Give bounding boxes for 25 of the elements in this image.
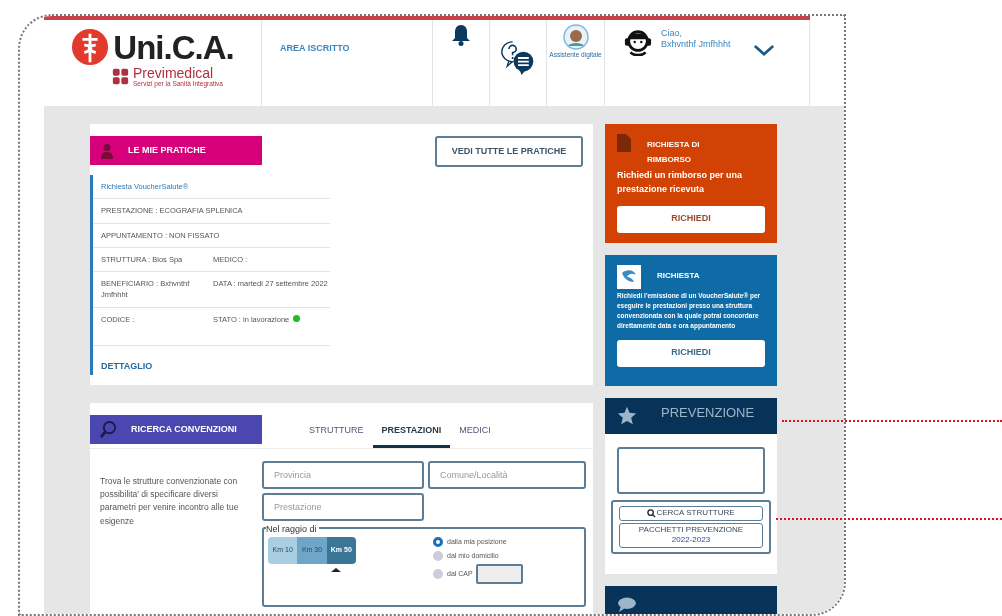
- request-button[interactable]: RICHIEDI: [617, 205, 765, 233]
- greeting-text: Ciao,: [661, 28, 683, 40]
- search-tab[interactable]: PRESTAZIONI: [372, 417, 451, 448]
- fieldset-legend: Nel raggio di: [266, 523, 319, 537]
- text-field[interactable]: Provincia: [262, 461, 424, 489]
- search-tab[interactable]: MEDICI: [450, 417, 500, 448]
- sub-brand-name: Previmedical: [133, 66, 215, 80]
- search-description: Trova le strutture convenzionate con possibilita' di specificare diversi parametri per venire incontro alle tue esigenze: [99, 475, 240, 528]
- request-button[interactable]: RICHIEDI: [617, 339, 765, 367]
- search-tab[interactable]: STRUTTURE: [300, 417, 373, 448]
- area-iscritto-link[interactable]: AREA ISCRITTO: [280, 43, 350, 53]
- prevention-button[interactable]: CERCA STRUTTURE: [619, 506, 763, 521]
- card-text: Richiedi un rimborso per una prestazione ricevuta: [617, 169, 743, 196]
- text-field[interactable]: Comune/Località: [428, 461, 586, 489]
- prevention-title: PREVENZIONE: [661, 403, 755, 422]
- prevention-button[interactable]: PACCHETTI PREVENZIONE 2022-2023: [619, 522, 763, 548]
- detail-link[interactable]: DETTAGLIO: [101, 359, 153, 374]
- card-title: RICHIESTA DI RIMBORSO: [647, 139, 701, 167]
- text-field[interactable]: Prestazione: [262, 493, 424, 521]
- user-name: Bxhvnthf Jmfhhht: [661, 39, 731, 51]
- section-title: RICERCA CONVENZIONI: [131, 422, 237, 436]
- section-title: LE MIE PRATICHE: [128, 143, 206, 157]
- card-title: RICHIESTA: [657, 270, 700, 283]
- brand-name: Uni.C.A.: [113, 30, 234, 64]
- view-all-button[interactable]: VEDI TUTTE LE PRATICHE: [435, 136, 583, 167]
